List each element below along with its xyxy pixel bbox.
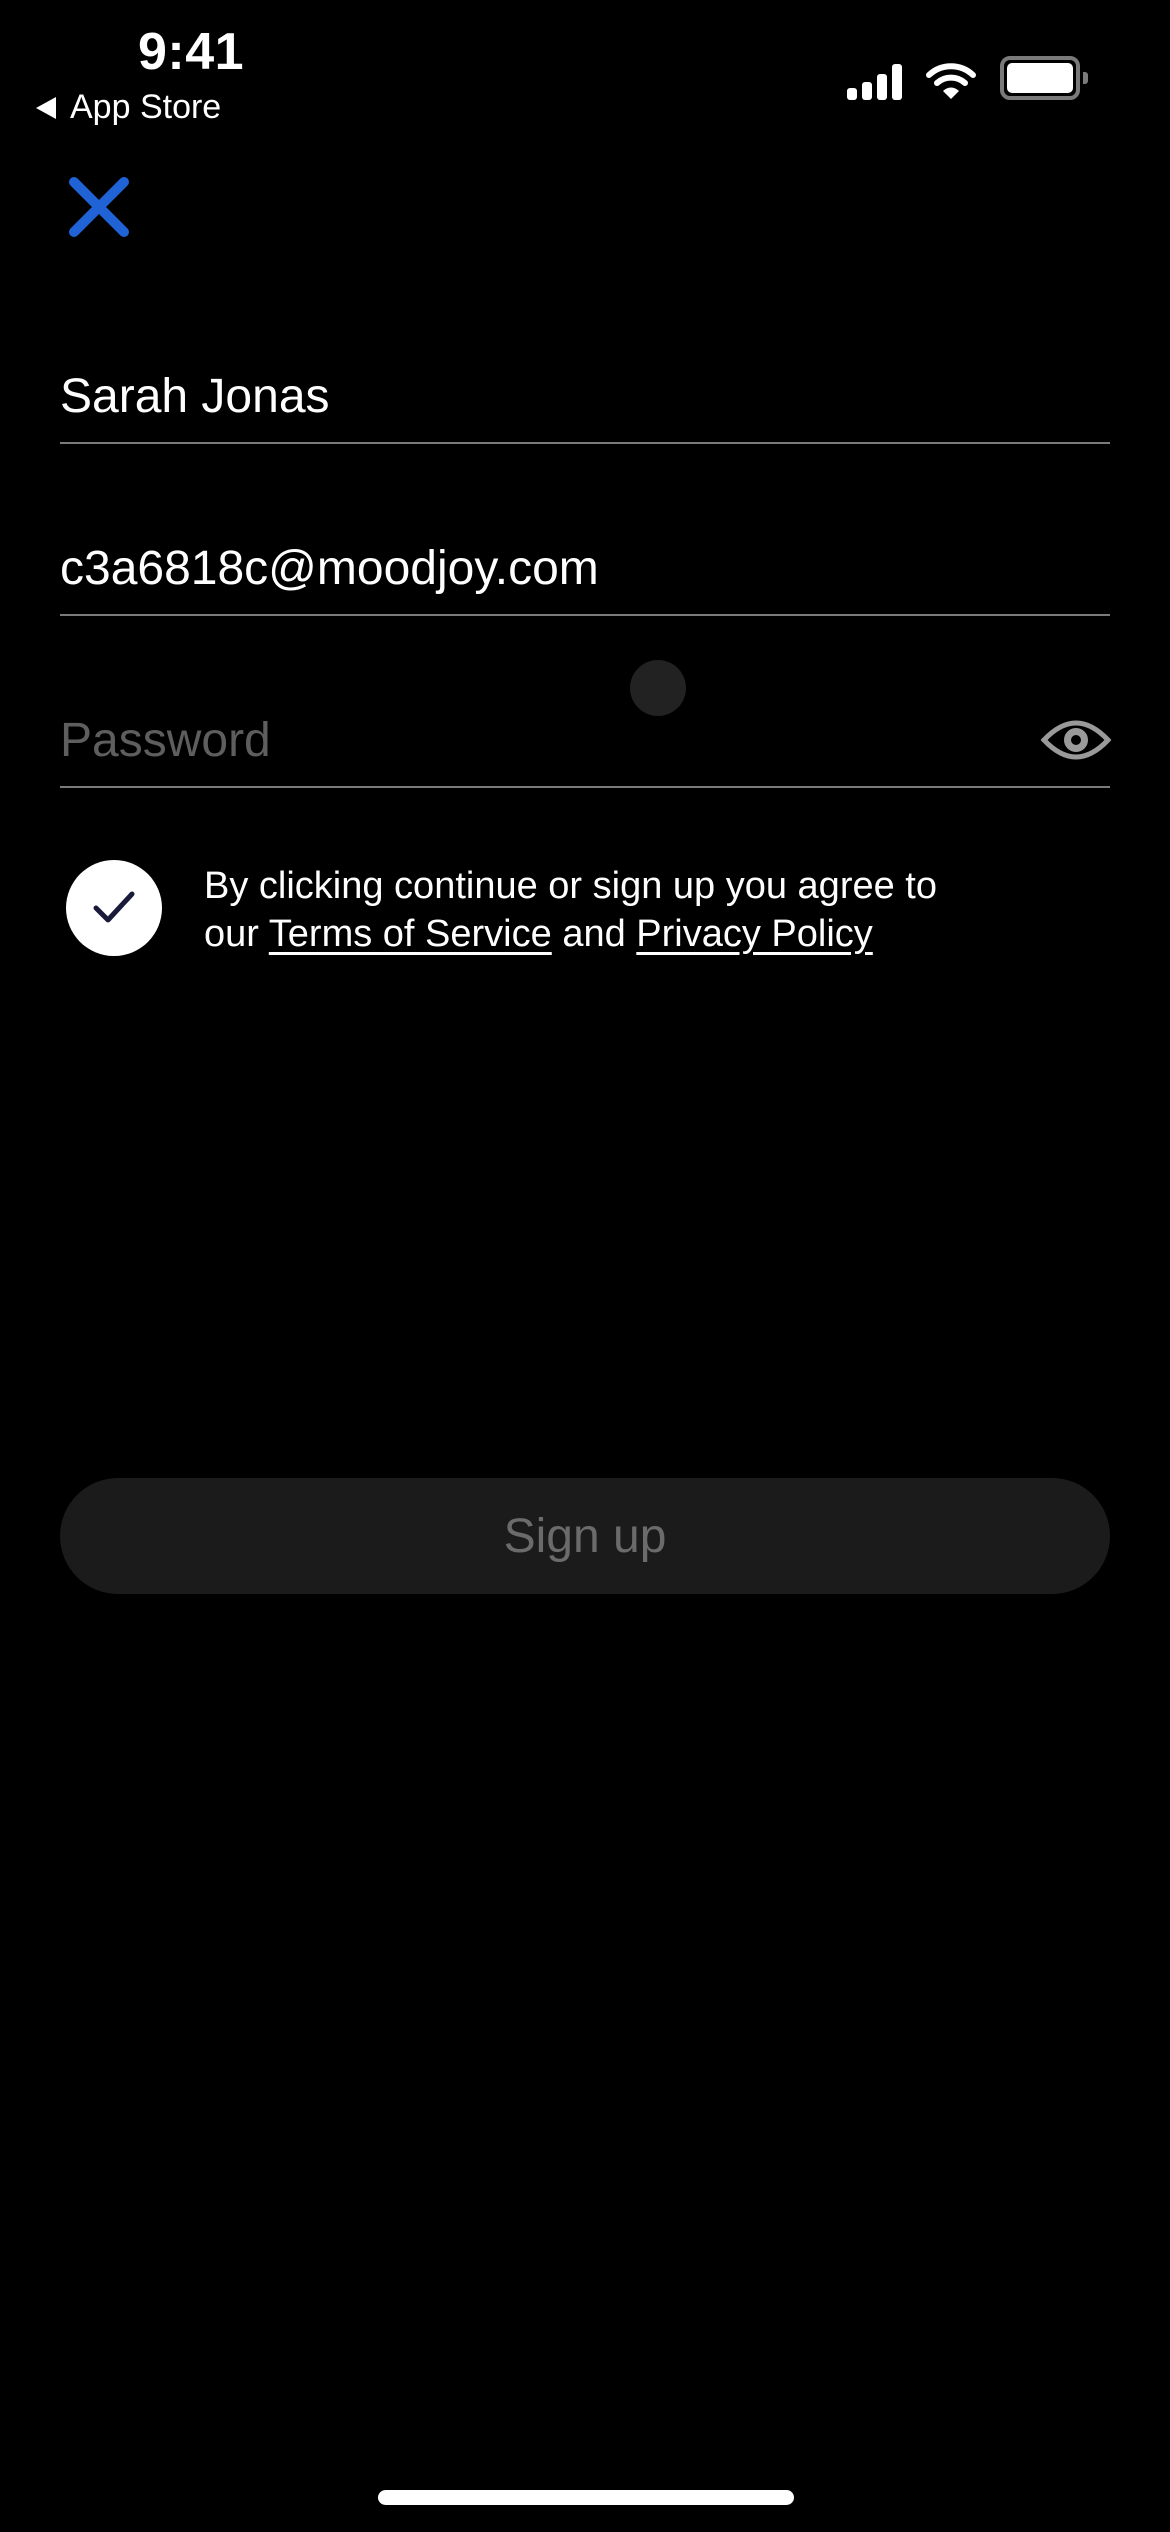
- touch-indicator: [630, 660, 686, 716]
- home-indicator: [378, 2490, 794, 2505]
- cellular-signal-icon: [847, 64, 902, 100]
- back-to-app-store[interactable]: App Store: [36, 88, 221, 127]
- password-field-container: [60, 694, 1112, 788]
- email-input[interactable]: [60, 540, 1110, 596]
- password-input[interactable]: [60, 712, 1040, 768]
- back-triangle-icon: [36, 96, 56, 119]
- name-field-container: [60, 350, 1110, 444]
- close-icon: [69, 177, 129, 237]
- agreement-text: By clicking continue or sign up you agre…: [204, 862, 984, 958]
- status-icons: [847, 56, 1088, 100]
- close-button[interactable]: [64, 172, 134, 242]
- terms-of-service-link[interactable]: Terms of Service: [269, 913, 552, 955]
- eye-icon: [1040, 720, 1112, 760]
- wifi-icon: [926, 63, 976, 99]
- agree-checkbox[interactable]: [66, 860, 162, 956]
- checkmark-icon: [93, 891, 135, 923]
- toggle-password-visibility[interactable]: [1040, 710, 1112, 770]
- agreement-middle: and: [551, 913, 637, 955]
- status-time: 9:41: [138, 23, 245, 81]
- name-input[interactable]: [60, 368, 1110, 424]
- email-field-container: [60, 522, 1110, 616]
- privacy-policy-link[interactable]: Privacy Policy: [636, 913, 873, 955]
- back-label: App Store: [70, 88, 222, 126]
- sign-up-button[interactable]: Sign up: [60, 1478, 1110, 1594]
- battery-icon: [1000, 56, 1088, 100]
